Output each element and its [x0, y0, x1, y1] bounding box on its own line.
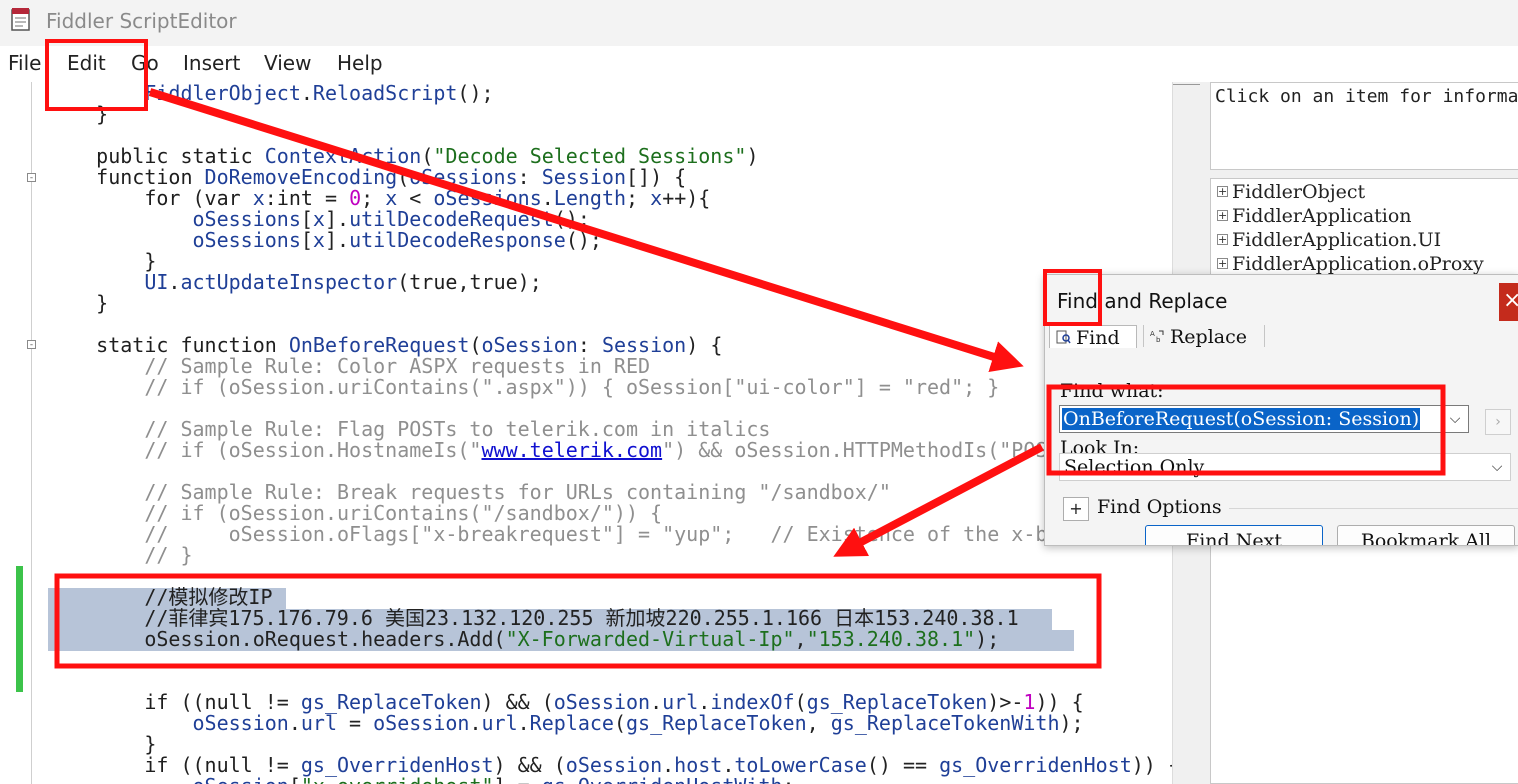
look-in-select[interactable]: Selection Only ⌵ — [1059, 453, 1511, 481]
find-options-divider — [1229, 508, 1518, 509]
look-in-value: Selection Only — [1064, 456, 1205, 478]
svg-text:A: A — [1150, 330, 1155, 338]
menu-edit[interactable]: Edit — [67, 51, 106, 75]
code-text[interactable]: FiddlerObject.ReloadScript(); } public s… — [48, 83, 1172, 784]
find-what-label: Find what: — [1060, 380, 1164, 402]
dialog-title: Find and Replace — [1057, 289, 1228, 313]
chevron-down-icon[interactable]: ⌵ — [1442, 406, 1468, 432]
menu-help[interactable]: Help — [337, 51, 383, 75]
tree-item-label: FiddlerObject — [1232, 181, 1366, 203]
expand-icon[interactable]: + — [1217, 258, 1228, 269]
fiddler-scripteditor-icon — [9, 6, 33, 32]
tab-find[interactable]: Find — [1049, 325, 1137, 349]
bookmark-all-button[interactable]: Bookmark All — [1337, 525, 1515, 546]
expand-icon[interactable]: + — [1217, 210, 1228, 221]
menu-view[interactable]: View — [264, 51, 311, 75]
tree-item-label: FiddlerApplication.UI — [1232, 229, 1442, 251]
tree-item-label: FiddlerApplication — [1232, 205, 1412, 227]
tab-find-label: Find — [1076, 327, 1120, 349]
expression-builder-button[interactable]: › — [1485, 409, 1511, 435]
menu-go[interactable]: Go — [131, 51, 159, 75]
item-info-text: Click on an item for informa — [1215, 86, 1518, 107]
menu-file[interactable]: File — [8, 51, 41, 75]
svg-text:b: b — [1156, 336, 1161, 343]
find-tab-icon — [1056, 330, 1071, 344]
find-what-combo[interactable]: OnBeforeRequest(oSession: Session) ⌵ — [1059, 405, 1469, 433]
tab-replace[interactable]: Ab Replace — [1143, 325, 1265, 348]
close-button[interactable]: × — [1499, 283, 1518, 321]
chevron-down-icon[interactable]: ⌵ — [1484, 454, 1510, 480]
find-next-label: Find Next — [1186, 530, 1282, 546]
item-info-box: Click on an item for informa — [1210, 82, 1518, 170]
changed-lines-marker — [16, 566, 23, 692]
bookmark-all-label: Bookmark All — [1360, 530, 1492, 546]
scrollbar-thumb[interactable] — [1173, 84, 1200, 90]
find-options-expand-button[interactable]: + — [1063, 497, 1089, 521]
title-bar: Fiddler ScriptEditor — [0, 0, 1518, 46]
replace-tab-icon: Ab — [1150, 329, 1165, 344]
find-and-replace-dialog: Find and Replace × Find Ab Replace Find … — [1044, 274, 1518, 546]
fold-toggle-icon[interactable]: - — [27, 340, 36, 350]
fold-toggle-icon[interactable]: - — [27, 173, 36, 183]
menu-insert[interactable]: Insert — [183, 51, 240, 75]
script-code-editor[interactable]: - - FiddlerObject.ReloadScript(); } publ… — [0, 82, 1172, 784]
fold-gutter — [31, 82, 32, 784]
window-title: Fiddler ScriptEditor — [46, 9, 237, 33]
expand-icon[interactable]: + — [1217, 186, 1228, 197]
tab-replace-label: Replace — [1170, 326, 1248, 348]
find-what-input[interactable]: OnBeforeRequest(oSession: Session) — [1062, 408, 1421, 430]
expand-icon[interactable]: + — [1217, 234, 1228, 245]
find-options-label: Find Options — [1097, 496, 1222, 518]
find-next-button[interactable]: Find Next — [1145, 525, 1323, 546]
menu-bar: File Edit Go Insert View Help — [0, 46, 1518, 83]
tree-item-label: FiddlerApplication.oProxy — [1232, 253, 1484, 275]
